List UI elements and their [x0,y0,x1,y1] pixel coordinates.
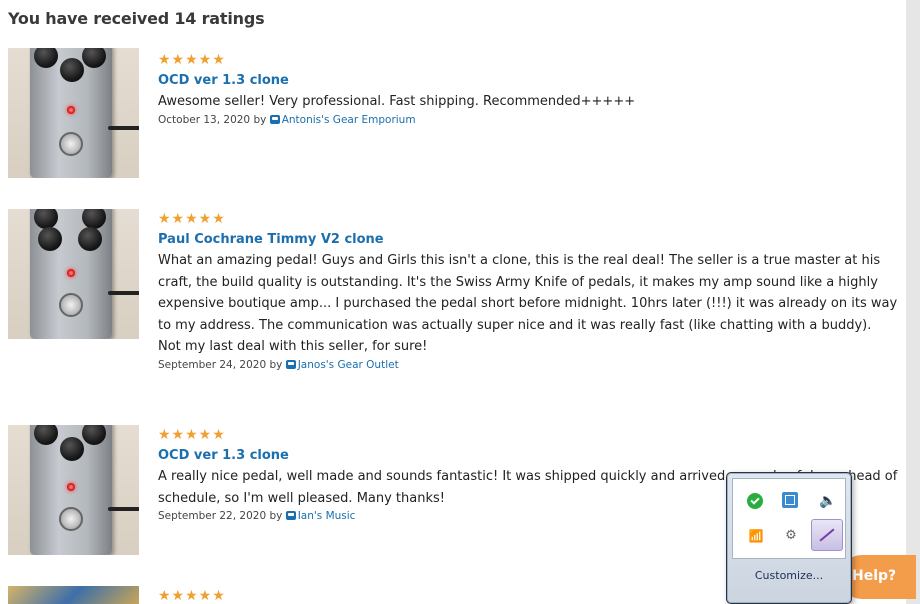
system-tray-popup: 🔈 📶 ⚙ Customize... [726,472,852,604]
pen-tablet-icon[interactable] [811,519,843,551]
review-text: What an amazing pedal! Guys and Girls th… [158,253,898,354]
review-date: September 24, 2020 by [158,358,283,371]
review-meta: October 13, 2020 by Antonis's Gear Empor… [158,113,898,127]
rating-stars: ★★★★★ [158,427,226,443]
store-icon [285,359,296,369]
review-date: October 13, 2020 by [158,113,267,126]
help-label: Help? [852,568,897,584]
review-meta: September 24, 2020 by Janos's Gear Outle… [158,358,898,372]
product-thumbnail[interactable] [8,586,139,604]
product-thumbnail[interactable] [8,209,139,339]
store-icon [269,114,280,124]
product-link[interactable]: Paul Cochrane Timmy V2 clone [158,231,898,249]
tray-icon-area: 🔈 📶 ⚙ [732,478,846,559]
page-scrollbar[interactable] [906,0,920,604]
page-title: You have received 14 ratings [8,9,265,28]
customize-link[interactable]: Customize... [727,569,851,582]
product-thumbnail[interactable] [8,425,139,555]
review-date: September 22, 2020 by [158,510,283,522]
network-icon[interactable]: ⚙ [782,526,800,544]
store-link[interactable]: Ian's Music [298,510,356,522]
product-thumbnail[interactable] [8,48,139,178]
speaker-icon[interactable]: 🔈 [819,492,837,510]
rating-stars: ★★★★★ [158,52,226,68]
product-link[interactable]: OCD ver 1.3 clone [158,447,898,465]
review-text: Awesome seller! Very professional. Fast … [158,94,636,109]
store-icon [285,511,296,520]
product-link[interactable]: OCD ver 1.3 clone [158,72,898,90]
signal-bars-icon[interactable]: 📶 [747,527,765,545]
store-link[interactable]: Antonis's Gear Emporium [282,114,416,126]
store-link[interactable]: Janos's Gear Outlet [298,359,399,371]
rating-stars: ★★★★★ [158,211,226,227]
shield-check-icon[interactable] [747,493,763,509]
app-window-icon[interactable] [782,492,798,508]
